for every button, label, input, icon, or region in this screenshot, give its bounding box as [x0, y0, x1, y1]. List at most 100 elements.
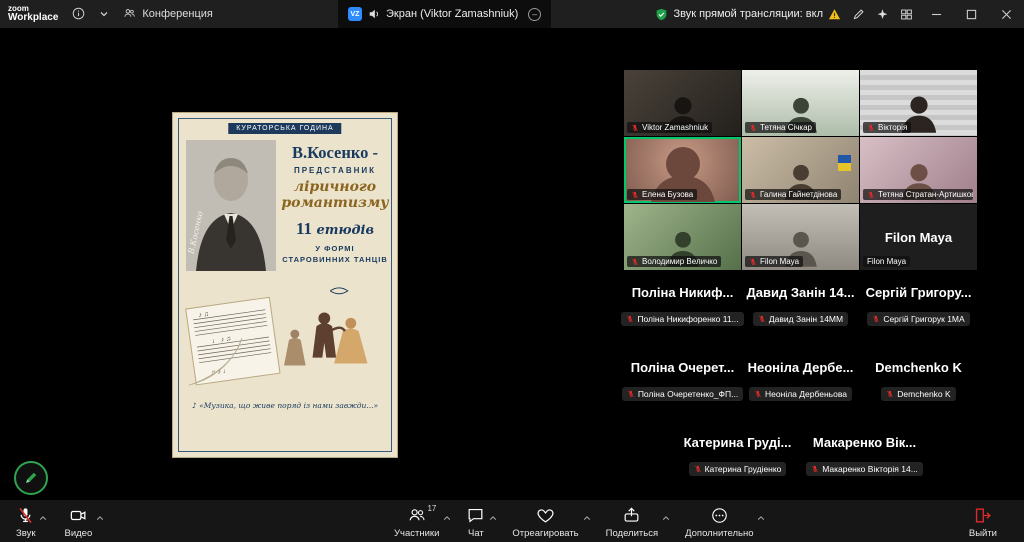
annotation-fab-button[interactable]: [14, 461, 48, 495]
leave-button-label: Выйти: [969, 528, 997, 539]
video-tile-tetiana-stratan-artyshkova[interactable]: Тетяна Стратан-Артишкова: [860, 137, 977, 203]
muted-mic-icon: [867, 191, 875, 199]
video-tile-galina-gainetdinova[interactable]: Галина Гайнетдінова: [742, 137, 859, 203]
close-button[interactable]: [994, 0, 1018, 28]
video-options-chevron[interactable]: [96, 508, 104, 526]
video-tile-elena-buzova-active-speaker[interactable]: Елена Бузова: [624, 137, 741, 203]
chat-options-chevron[interactable]: [489, 508, 497, 526]
maximize-button[interactable]: [959, 0, 983, 28]
screen-tab-label: Экран (Viktor Zamashniuk): [386, 8, 518, 20]
poster-form-line1: У ФОРМІ: [279, 243, 391, 254]
poster-illustration: ♪ ♫ ♩ ♪ ♫ ♫ ♪ ♩: [183, 283, 389, 391]
share-options-chevron[interactable]: [662, 508, 670, 526]
poster-title: В.Косенко -: [279, 143, 391, 163]
participant-name-label: Вікторія: [863, 122, 911, 133]
participant-display-name: Неоніла Дербе...: [748, 360, 854, 375]
people-icon: [123, 7, 136, 20]
participant-name-label: Володимир Величко: [627, 256, 721, 267]
audio-button[interactable]: Звук: [10, 504, 48, 539]
meeting-toolbar: Звук Видео 17 Участники Чат: [0, 500, 1024, 542]
muted-mic-icon: [626, 315, 634, 323]
muted-mic-icon: [627, 390, 635, 398]
poster-subtitle: ПРЕДСТАВНИК: [279, 166, 391, 175]
react-button[interactable]: Отреагировать: [506, 504, 591, 539]
participant-display-name: Давид Занін 14...: [747, 285, 855, 300]
shared-screen-area: КУРАТОРСЬКА ГОДИНА В.Косенко В.Косенко: [0, 28, 612, 500]
audio-options-chevron[interactable]: [39, 508, 47, 526]
video-tile-tetiana-sichkar[interactable]: Тетяна Січкар: [742, 70, 859, 136]
camera-icon: [68, 506, 89, 525]
participants-button[interactable]: 17 Участники: [388, 504, 452, 539]
muted-mic-icon: [749, 191, 757, 199]
meeting-tab-label: Конференция: [142, 8, 212, 20]
ukraine-flag: [838, 155, 851, 171]
participant-name-label: Макаренко Вікторія 14...: [806, 462, 923, 476]
etudes-number: 11: [296, 219, 312, 238]
portrait-image: [186, 140, 276, 271]
poster-quote: ♪ «Музика, що живе поряд із нами завжди.…: [173, 401, 397, 410]
annotate-pencil-icon[interactable]: [852, 8, 865, 21]
video-tile-filon-maya-no-video[interactable]: Filon Maya Filon Maya: [860, 204, 977, 270]
more-options-chevron[interactable]: [757, 508, 765, 526]
audio-tile-neonila-derbenova[interactable]: Неоніла Дербе... Неоніла Дербеньова: [742, 358, 859, 428]
participant-display-name: Demchenko K: [875, 360, 962, 375]
share-screen-button[interactable]: Поделиться: [600, 504, 671, 539]
tab-meeting[interactable]: Конференция: [123, 7, 212, 20]
poster-etudes-line: 11 етюдів: [279, 219, 391, 239]
tab-shared-screen[interactable]: VZ Экран (Viktor Zamashniuk) –: [338, 0, 551, 28]
more-ellipsis-icon: [710, 506, 729, 525]
chat-button[interactable]: Чат: [460, 504, 498, 539]
zoom-workplace-logo: zoom Workplace: [8, 5, 58, 24]
zoom-meeting-window: zoom Workplace Конференция VZ Экран (Vik…: [0, 0, 1024, 542]
more-button[interactable]: Дополнительно: [679, 504, 766, 539]
minimize-button[interactable]: [924, 0, 948, 28]
muted-mic-icon: [694, 465, 702, 473]
chat-bubble-icon: [466, 506, 485, 525]
stream-status-text: Звук прямой трансляции: вкл: [673, 8, 823, 20]
audio-tile-serhii-hryhoruk[interactable]: Сергій Григору... Сергій Григорук 1МА: [860, 283, 977, 353]
mic-muted-icon: [16, 506, 35, 525]
muted-mic-icon: [749, 258, 757, 266]
audio-only-grid: Поліна Никиф... Поліна Никифоренко 11...…: [624, 283, 978, 428]
audio-tile-davyd-zanin[interactable]: Давид Занін 14... Давид Занін 14ММ: [742, 283, 859, 353]
audio-tile-makarenko-viktoriia[interactable]: Макаренко Вік... Макаренко Вікторія 14..…: [806, 433, 923, 503]
live-stream-status[interactable]: Звук прямой трансляции: вкл: [655, 8, 841, 21]
muted-mic-icon: [749, 124, 757, 132]
poster-badge: КУРАТОРСЬКА ГОДИНА: [228, 123, 341, 134]
muted-mic-icon: [872, 315, 880, 323]
main-content: КУРАТОРСЬКА ГОДИНА В.Косенко В.Косенко: [0, 28, 1024, 500]
video-tile-viktoriia[interactable]: Вікторія: [860, 70, 977, 136]
video-tile-volodymyr-velychko[interactable]: Володимир Величко: [624, 204, 741, 270]
etudes-word: етюдів: [316, 223, 374, 238]
chevron-down-icon[interactable]: [99, 9, 109, 19]
leave-icon: [973, 506, 992, 525]
muted-mic-icon: [754, 390, 762, 398]
collapse-tab-icon[interactable]: –: [528, 8, 541, 21]
participant-display-name: Катерина Груді...: [684, 435, 792, 450]
people-icon: [407, 506, 427, 525]
participants-options-chevron[interactable]: [443, 508, 451, 526]
muted-mic-icon: [758, 315, 766, 323]
audio-tile-polina-ocheretenko[interactable]: Поліна Очерет... Поліна Очеретенко_ФП...: [624, 358, 741, 428]
audio-tile-kateryna-hrudiienko[interactable]: Катерина Груді... Катерина Грудіенко: [679, 433, 796, 503]
participant-name-label: Галина Гайнетдінова: [745, 189, 841, 200]
view-layout-icon[interactable]: [900, 8, 913, 21]
more-button-label: Дополнительно: [685, 528, 753, 539]
video-button[interactable]: Видео: [58, 504, 105, 539]
audio-tile-polina-nykyforenko[interactable]: Поліна Никиф... Поліна Никифоренко 11...: [624, 283, 741, 353]
video-tile-viktor-zamashniuk[interactable]: Viktor Zamashniuk: [624, 70, 741, 136]
participant-name-label: Давид Занін 14ММ: [753, 312, 848, 326]
react-options-chevron[interactable]: [583, 508, 591, 526]
ai-companion-icon[interactable]: [876, 8, 889, 21]
speaker-icon: [368, 8, 380, 20]
leave-meeting-button[interactable]: Выйти: [963, 504, 1010, 539]
participant-name-label: Тетяна Січкар: [745, 122, 816, 133]
info-icon[interactable]: [72, 7, 85, 20]
participant-name-label: Поліна Очеретенко_ФП...: [622, 387, 743, 401]
muted-mic-icon: [631, 124, 639, 132]
audio-tile-demchenko-k[interactable]: Demchenko K Demchenko K: [860, 358, 977, 428]
participant-name-label: Сергій Григорук 1МА: [867, 312, 969, 326]
composer-portrait: В.Косенко: [186, 140, 276, 271]
video-tile-filon-maya-video[interactable]: Filon Maya: [742, 204, 859, 270]
participant-name-label: Елена Бузова: [627, 189, 697, 200]
